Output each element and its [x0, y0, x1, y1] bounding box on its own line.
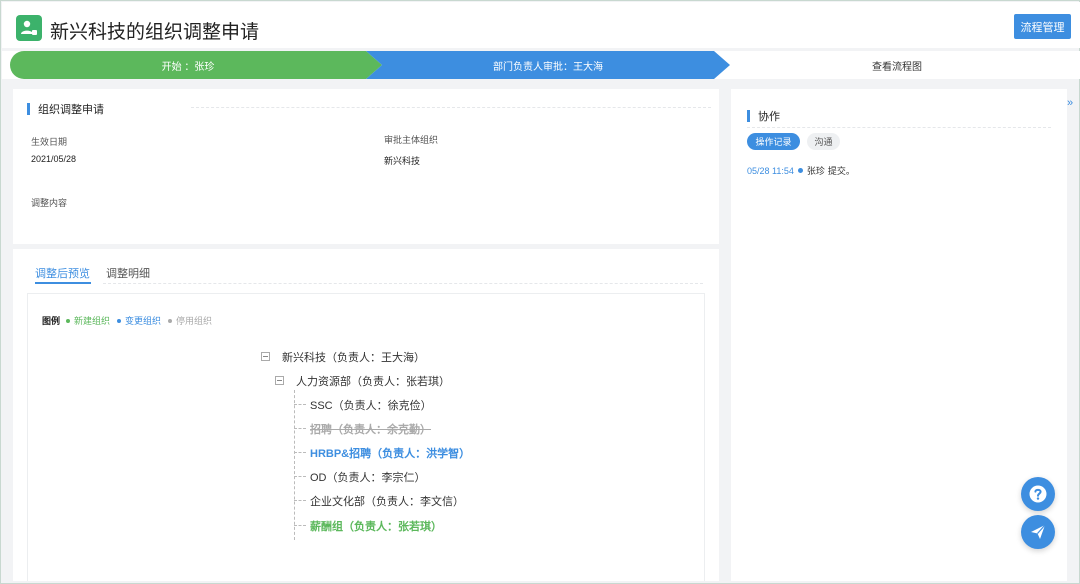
page-header: 新兴科技的组织调整申请 流程管理: [2, 2, 1080, 48]
tree-connector: [294, 452, 306, 453]
help-button[interactable]: [1021, 477, 1055, 511]
collapse-toggle-icon[interactable]: [275, 376, 284, 385]
approval-org-label: 审批主体组织: [384, 135, 439, 145]
legend-item-disabled: 停用组织: [168, 314, 212, 327]
tree-node-recruit-disabled[interactable]: 招聘（负责人：余克勤）: [310, 421, 431, 437]
divider: [747, 127, 1051, 128]
collapse-toggle-icon[interactable]: [261, 352, 270, 361]
tree-node-root[interactable]: 新兴科技（负责人：王大海）: [282, 349, 425, 365]
legend-label: 停用组织: [176, 316, 213, 326]
tree-node-od[interactable]: OD（负责人：李宗仁）: [310, 469, 426, 485]
tab-communication[interactable]: 沟通: [807, 133, 840, 150]
tree-connector: [294, 404, 306, 405]
tree-connector: [294, 476, 306, 477]
tree-connector: [294, 390, 295, 540]
log-time: 05/28 11:54: [747, 165, 794, 176]
page-title: 新兴科技的组织调整申请: [50, 22, 260, 43]
application-info-card: 组织调整申请 生效日期 2021/05/28 审批主体组织 新兴科技 调整内容: [13, 89, 719, 244]
legend-item-changed: 变更组织: [117, 314, 161, 327]
app-frame: 新兴科技的组织调整申请 流程管理 开始 ：张珍 部门负责人审批：王大海 查看流程…: [0, 0, 1080, 584]
legend-title: 图例: [42, 316, 61, 326]
collaboration-panel: 协作 操作记录 沟通 05/28 11:54 张珍 提交。: [731, 89, 1067, 581]
user-org-icon: [16, 15, 42, 41]
paper-plane-icon: [1031, 524, 1046, 539]
section-title-text: 组织调整申请: [38, 104, 104, 116]
divider: [191, 107, 711, 108]
title-bar: [747, 110, 750, 122]
tabs-divider: [103, 283, 703, 284]
tab-details[interactable]: 调整明细: [106, 265, 150, 281]
legend-label: 新建组织: [74, 316, 111, 326]
title-bar: [27, 103, 30, 115]
send-button[interactable]: [1021, 515, 1055, 549]
dot-icon: [117, 318, 122, 323]
active-tab-indicator: [35, 282, 91, 284]
tree-connector: [294, 525, 306, 526]
tree-connector: [294, 428, 306, 429]
legend-label: 变更组织: [125, 316, 162, 326]
effective-date-value: 2021/05/28: [31, 154, 77, 164]
log-entry: 05/28 11:54 张珍 提交。: [747, 164, 855, 177]
approval-org-value: 新兴科技: [384, 156, 421, 166]
dot-icon: [168, 318, 173, 323]
tree-node-salary-new[interactable]: 薪酬组（负责人：张若琪）: [310, 518, 442, 534]
tree-node-hrbp-changed[interactable]: HRBP&招聘（负责人：洪学智）: [310, 445, 470, 461]
double-chevron-right-icon[interactable]: »: [1067, 97, 1073, 109]
log-user: 张珍: [806, 166, 825, 176]
collab-title: 协作: [747, 108, 780, 124]
collab-title-text: 协作: [758, 111, 780, 123]
flow-management-button[interactable]: 流程管理: [1014, 14, 1071, 39]
section-title: 组织调整申请: [27, 101, 104, 117]
tree-node-ssc[interactable]: SSC（负责人：徐克俭）: [310, 397, 432, 413]
tab-preview[interactable]: 调整后预览: [35, 265, 90, 281]
tree-node-dept[interactable]: 人力资源部（负责人：张若琪）: [296, 373, 450, 389]
legend: 图例 新建组织 变更组织 停用组织: [42, 314, 219, 327]
dot-icon: [797, 168, 803, 173]
effective-date-label: 生效日期: [31, 137, 68, 147]
step-start: 开始 ：张珍: [10, 51, 382, 79]
log-action: 提交。: [827, 166, 855, 176]
legend-item-new: 新建组织: [66, 314, 110, 327]
preview-card: 调整后预览 调整明细 图例 新建组织 变更组织 停用组织 新兴科技（负责人：王大…: [13, 249, 719, 581]
dot-icon: [66, 318, 71, 323]
adjust-content-label: 调整内容: [31, 198, 68, 208]
tree-node-culture[interactable]: 企业文化部（负责人：李文信）: [310, 493, 464, 509]
tree-connector: [294, 500, 306, 501]
view-flowchart-link[interactable]: 查看流程图: [730, 51, 1064, 79]
question-icon: [1029, 485, 1047, 503]
org-tree-panel: 图例 新建组织 变更组织 停用组织 新兴科技（负责人：王大海） 人力资源部（负责…: [27, 293, 705, 581]
step-dept-approval: 部门负责人审批：王大海: [366, 51, 730, 79]
approval-progress: 开始 ：张珍 部门负责人审批：王大海 查看流程图: [2, 51, 1080, 79]
tab-operation-log[interactable]: 操作记录: [747, 133, 800, 150]
